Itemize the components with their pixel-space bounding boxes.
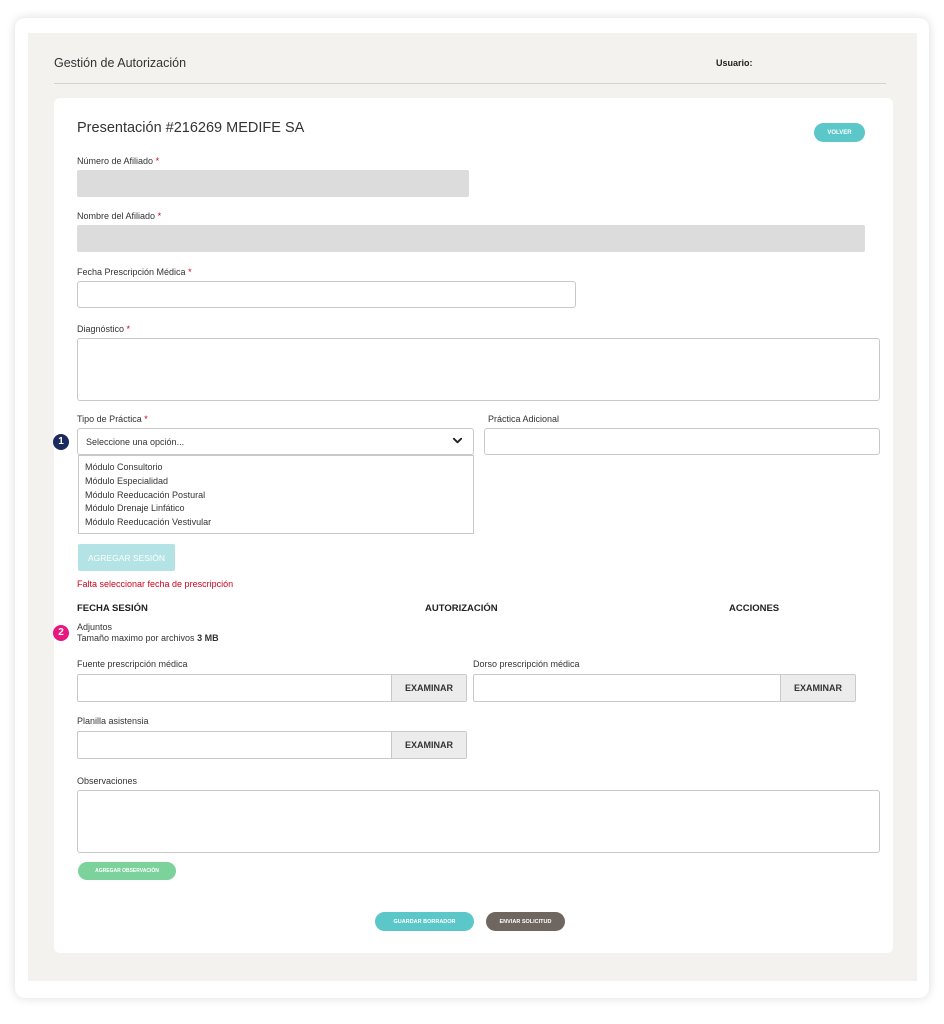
dorso-file-input[interactable]: EXAMINAR xyxy=(473,674,856,702)
afiliado-numero-field xyxy=(77,170,469,197)
option-modulo-especialidad[interactable]: Módulo Especialidad xyxy=(79,475,473,489)
annotation-badge-2: 2 xyxy=(53,625,69,641)
volver-button[interactable]: VOLVER xyxy=(814,123,865,142)
tipo-practica-select[interactable]: Seleccione una opción... xyxy=(77,428,474,455)
fecha-prescripcion-label: Fecha Prescripción Médica * xyxy=(77,267,192,277)
diagnostico-textarea[interactable] xyxy=(77,338,880,401)
fuente-file-input[interactable]: EXAMINAR xyxy=(77,674,467,702)
enviar-solicitud-button[interactable]: ENVIAR SOLICITUD xyxy=(486,912,565,931)
practica-adicional-label: Práctica Adicional xyxy=(488,414,560,424)
adjuntos-size-note: Tamaño maximo por archivos 3 MB xyxy=(77,633,219,643)
required-mark: * xyxy=(188,267,192,277)
table-header-fecha-sesion: FECHA SESIÓN xyxy=(77,603,148,614)
dorso-examinar-button[interactable]: EXAMINAR xyxy=(780,675,855,701)
tipo-practica-label: Tipo de Práctica * xyxy=(77,414,148,424)
table-header-acciones: ACCIONES xyxy=(729,603,780,614)
tipo-practica-options: Módulo Consultorio Módulo Especialidad M… xyxy=(78,455,474,534)
required-mark: * xyxy=(157,211,162,221)
header-divider xyxy=(54,83,886,84)
form-title: Presentación #216269 MEDIFE SA xyxy=(77,120,305,136)
page-header-title: Gestión de Autorización xyxy=(54,56,187,70)
afiliado-numero-label: Número de Afiliado * xyxy=(77,156,160,166)
agregar-observacion-button[interactable]: AGREGAR OBSERVACIÓN xyxy=(78,862,176,880)
required-mark: * xyxy=(126,324,131,334)
planilla-examinar-button[interactable]: EXAMINAR xyxy=(391,732,466,758)
tipo-practica-selected: Seleccione una opción... xyxy=(86,437,185,447)
observaciones-textarea[interactable] xyxy=(77,790,880,853)
option-modulo-reeducacion-vestivular[interactable]: Módulo Reeducación Vestivular xyxy=(79,516,473,530)
table-header-autorizacion: AUTORIZACIÓN xyxy=(425,603,498,614)
fecha-prescripcion-input[interactable] xyxy=(77,281,576,308)
option-modulo-drenaje-linfatico[interactable]: Módulo Drenaje Linfático xyxy=(79,502,473,516)
observaciones-label: Observaciones xyxy=(77,776,138,786)
agregar-sesion-button[interactable]: AGREGAR SESIÓN xyxy=(78,544,175,571)
fuente-label: Fuente prescripción médica xyxy=(77,659,188,669)
dorso-label: Dorso prescripción médica xyxy=(473,659,580,669)
option-modulo-consultorio[interactable]: Módulo Consultorio xyxy=(79,461,473,475)
chevron-down-icon xyxy=(452,437,463,444)
planilla-label: Planilla asistensia xyxy=(77,716,149,726)
diagnostico-label: Diagnóstico * xyxy=(77,324,131,334)
option-modulo-reeducacion-postural[interactable]: Módulo Reeducación Postural xyxy=(79,489,473,503)
fuente-examinar-button[interactable]: EXAMINAR xyxy=(391,675,466,701)
required-mark: * xyxy=(144,414,148,424)
practica-adicional-input[interactable] xyxy=(484,428,880,455)
planilla-file-input[interactable]: EXAMINAR xyxy=(77,731,467,759)
annotation-badge-1: 1 xyxy=(53,434,69,450)
afiliado-nombre-label: Nombre del Afiliado * xyxy=(77,211,162,221)
adjuntos-title: Adjuntos xyxy=(77,622,113,632)
adjuntos-size-value: 3 MB xyxy=(197,633,219,643)
guardar-borrador-button[interactable]: GUARDAR BORRADOR xyxy=(375,912,474,931)
user-label: Usuario: xyxy=(716,58,753,68)
afiliado-nombre-field xyxy=(77,225,865,252)
error-message: Falta seleccionar fecha de prescripción xyxy=(77,579,234,589)
required-mark: * xyxy=(155,156,160,166)
